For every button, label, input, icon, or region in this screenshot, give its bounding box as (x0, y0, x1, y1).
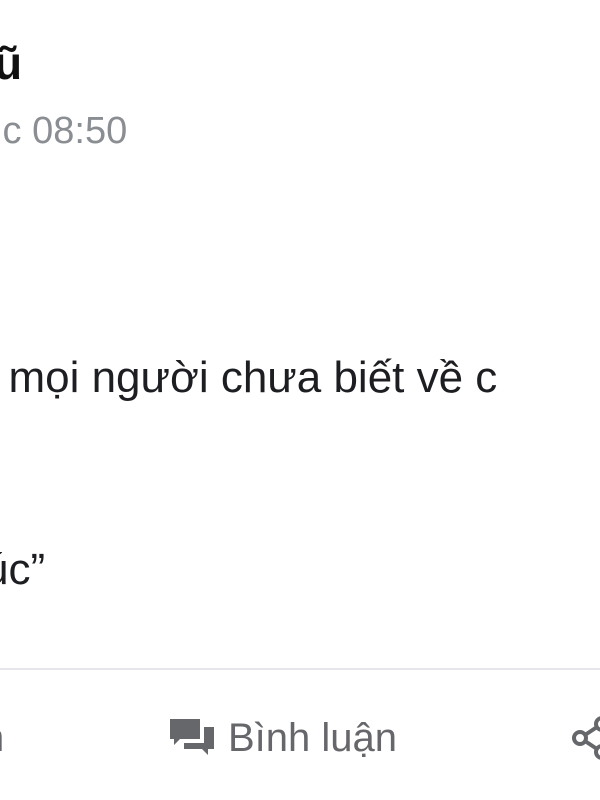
post-body: , mọi người chưa biết về c úc” (0, 218, 600, 730)
post-card: ũ ıc 08:50 , mọi người chưa biết về c úc… (0, 0, 600, 800)
post-author-name[interactable]: ũ (0, 36, 22, 90)
post-action-bar: n Bình luận (0, 670, 600, 800)
post-body-line: úc” (0, 545, 46, 594)
share-icon (570, 716, 600, 760)
like-button[interactable]: n (0, 708, 4, 768)
comment-button-label: Bình luận (228, 715, 398, 760)
comment-button[interactable]: Bình luận (166, 708, 397, 768)
comment-icon (166, 715, 218, 761)
share-button[interactable] (570, 708, 600, 768)
post-timestamp[interactable]: ıc 08:50 (0, 110, 127, 153)
like-button-label: n (0, 716, 4, 761)
post-body-line: , mọi người chưa biết về c (0, 353, 498, 402)
